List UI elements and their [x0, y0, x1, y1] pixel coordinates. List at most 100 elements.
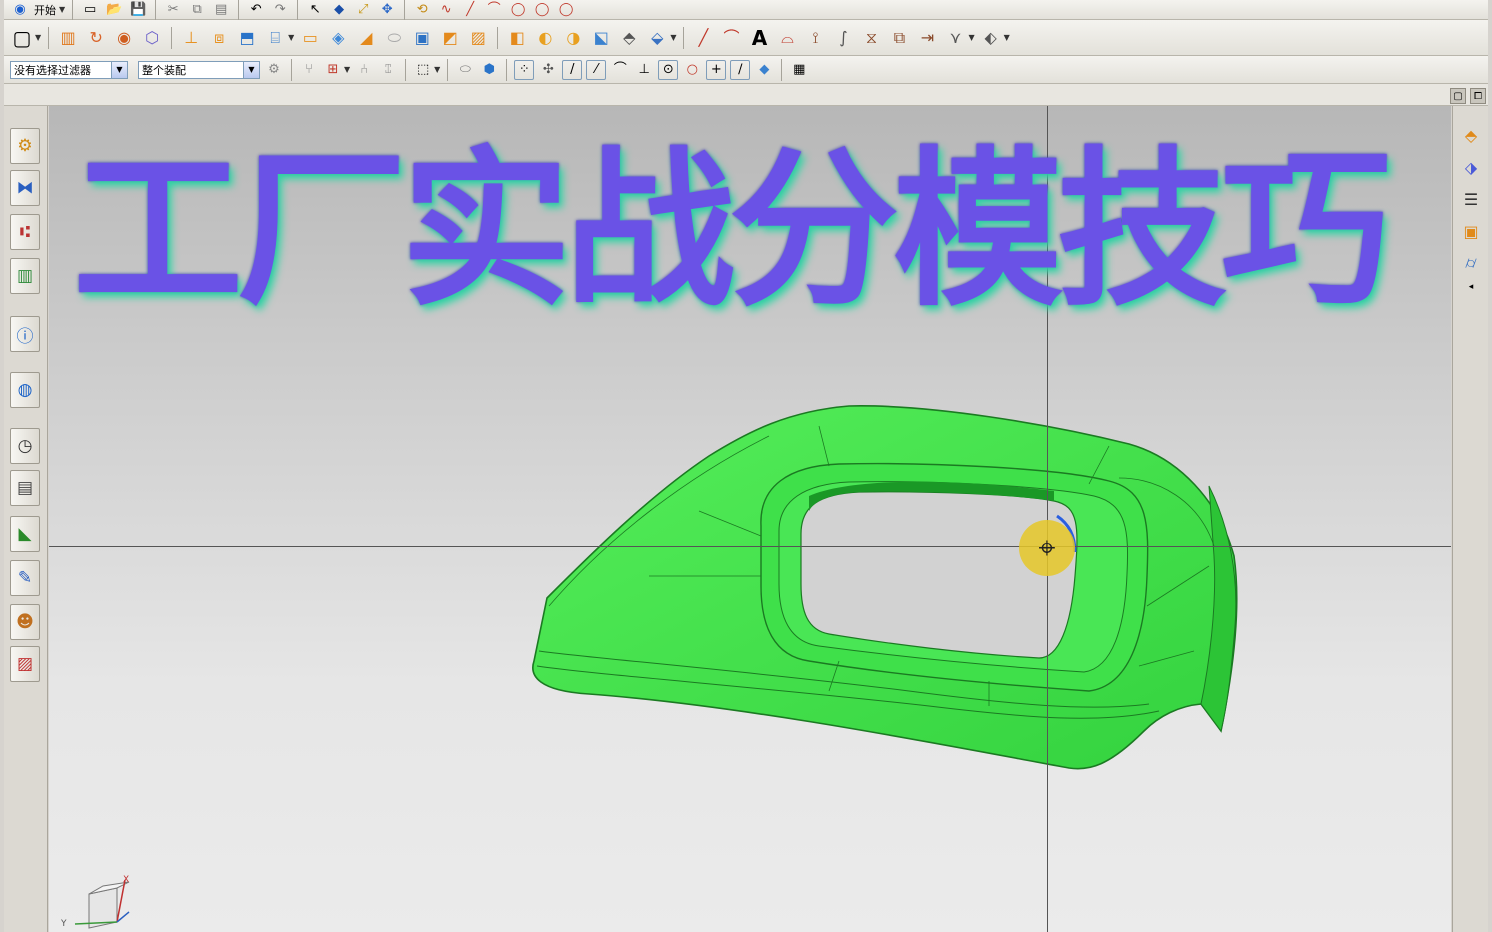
fit-view-icon[interactable]: ⤢ [353, 0, 373, 20]
face-select-icon[interactable]: ⬢ [479, 60, 499, 80]
paste-icon[interactable]: ▤ [211, 0, 231, 20]
arc-tool-icon[interactable]: ⌒ [719, 26, 743, 50]
project-curve-icon[interactable]: ⟟ [803, 26, 827, 50]
snap-arc-center-icon[interactable]: ⊙ [658, 59, 679, 80]
pan-icon[interactable]: ✥ [377, 0, 397, 20]
roles-icon[interactable]: ☻ [10, 604, 40, 640]
plane-icon[interactable]: ⋎ [943, 26, 967, 50]
tree-icon[interactable]: ☰ [1458, 186, 1484, 212]
extrude-icon[interactable]: ▥ [56, 26, 80, 50]
mold-wizard-icon[interactable]: ⬘ [1458, 122, 1484, 148]
pad-icon[interactable]: ⧈ [207, 26, 231, 50]
text-tool-icon[interactable]: A [747, 26, 771, 50]
unite-icon[interactable]: ◐ [533, 26, 557, 50]
select-features-dropdown-icon[interactable]: ▼ [344, 65, 350, 74]
grid-icon[interactable]: ▦ [789, 60, 809, 80]
restore-window-button[interactable]: ▢ [1450, 88, 1466, 104]
block-icon[interactable]: ⬒ [235, 26, 259, 50]
graphics-viewport[interactable]: 工厂实战分模技巧 ⌖ X Y [49, 106, 1451, 932]
mold-base-icon[interactable]: ▣ [1458, 218, 1484, 244]
parting-icon[interactable]: ⬗ [1458, 154, 1484, 180]
process-studio-icon[interactable]: ▤ [10, 470, 40, 506]
chamfer-icon[interactable]: ⬭ [382, 26, 406, 50]
subtract-icon[interactable]: ◑ [561, 26, 585, 50]
redo-icon[interactable]: ↷ [270, 0, 290, 20]
circle-icon[interactable]: ◯ [532, 0, 552, 20]
rotate-icon[interactable]: ⟲ [412, 0, 432, 20]
block-icon[interactable]: ⬙ [645, 26, 669, 50]
body-select-icon[interactable]: ⬭ [455, 60, 475, 80]
pocket-icon[interactable]: ⊥ [179, 26, 203, 50]
mirror-curve-icon[interactable]: ⧖ [859, 26, 883, 50]
snap-on-curve-icon[interactable]: ∕ [730, 59, 751, 80]
cone-icon[interactable]: ▭ [298, 26, 322, 50]
maximize-window-button[interactable]: ⧠ [1470, 88, 1486, 104]
trim-body-icon[interactable]: ▨ [466, 26, 490, 50]
start-menu-label[interactable]: 开始 [34, 2, 56, 18]
undo-icon[interactable]: ↶ [246, 0, 266, 20]
feature-dropdown-icon[interactable]: ▼ [670, 33, 676, 42]
web-browser-icon[interactable]: ◍ [10, 372, 40, 408]
snap-settings-icon[interactable]: ✣ [538, 60, 558, 80]
bridge-curve-icon[interactable]: ∫ [831, 26, 855, 50]
snap-point-toggle-icon[interactable]: ⁘ [514, 59, 535, 80]
analysis-icon[interactable]: ◣ [10, 516, 40, 552]
curve-dropdown-icon[interactable]: ▼ [1004, 33, 1010, 42]
line-icon[interactable]: ╱ [460, 0, 480, 20]
history-icon[interactable]: ◷ [10, 428, 40, 464]
snap-existing-point-icon[interactable]: + [706, 59, 727, 80]
curve-dropdown-icon[interactable]: ▼ [968, 33, 974, 42]
save-icon[interactable]: 💾 [128, 0, 148, 20]
select-features-icon[interactable]: ⊞ [323, 60, 343, 80]
select-icon[interactable]: ↖ [305, 0, 325, 20]
chevron-down-icon[interactable]: ▼ [243, 61, 259, 78]
sketch-icon[interactable]: ▢ [10, 26, 34, 50]
constraint-navigator-icon[interactable]: ⧓ [10, 170, 40, 206]
draft-icon[interactable]: ◩ [438, 26, 462, 50]
system-materials-icon[interactable]: ✎ [10, 560, 40, 596]
intersect-icon[interactable]: ⬕ [589, 26, 613, 50]
deselect-icon[interactable]: ⑃ [354, 60, 374, 80]
snap-intersection-icon[interactable]: ⊥ [634, 60, 654, 80]
cooling-icon[interactable]: ⌭ [1458, 250, 1484, 276]
circle-icon[interactable]: ◯ [556, 0, 576, 20]
boss-icon[interactable]: ⬡ [140, 26, 164, 50]
start-dropdown-icon[interactable]: ▼ [59, 5, 65, 14]
cylinder-icon[interactable]: ⌸ [263, 26, 287, 50]
sphere-icon[interactable]: ◈ [326, 26, 350, 50]
snap-control-point-icon[interactable]: ⌒ [610, 60, 630, 80]
wrap-icon[interactable]: ⧉ [887, 26, 911, 50]
offset-curve-icon[interactable]: ⌓ [775, 26, 799, 50]
hole-icon[interactable]: ◉ [112, 26, 136, 50]
general-selection-filter-icon[interactable]: ⚙ [264, 60, 284, 80]
arc-icon[interactable]: ⌒ [484, 0, 504, 20]
edge-blend-icon[interactable]: ◢ [354, 26, 378, 50]
line-tool-icon[interactable]: ╱ [691, 26, 715, 50]
rectangle-select-dropdown-icon[interactable]: ▼ [434, 65, 440, 74]
nx-logo-icon[interactable]: ◉ [10, 0, 30, 20]
collapse-arrow-icon[interactable]: ◂ [1458, 274, 1484, 300]
sketch-dropdown-icon[interactable]: ▼ [35, 33, 41, 42]
hd3d-tools-icon[interactable]: ⓘ [10, 316, 40, 352]
point-icon[interactable]: ⇥ [915, 26, 939, 50]
snap-on-surface-icon[interactable]: ◆ [754, 60, 774, 80]
rectangle-select-icon[interactable]: ⬚ [413, 60, 433, 80]
selection-scope-select[interactable]: 整个装配 ▼ [138, 60, 260, 79]
snap-quadrant-icon[interactable]: ○ [682, 60, 702, 80]
plane-icon[interactable]: ⬖ [979, 26, 1003, 50]
snap-icon[interactable]: ◆ [329, 0, 349, 20]
type-filter-select[interactable]: 没有选择过滤器 ▼ [10, 60, 128, 79]
assembly-navigator-icon[interactable]: ⚙ [10, 128, 40, 164]
cut-icon[interactable]: ✂ [163, 0, 183, 20]
revolve-icon[interactable]: ↻ [84, 26, 108, 50]
curve-icon[interactable]: ∿ [436, 0, 456, 20]
copy-icon[interactable]: ⧉ [187, 0, 207, 20]
open-folder-icon[interactable]: 📂 [104, 0, 124, 20]
new-file-icon[interactable]: ▭ [80, 0, 100, 20]
circle-icon[interactable]: ◯ [508, 0, 528, 20]
part-navigator-icon[interactable]: ⑆ [10, 214, 40, 250]
palette-icon[interactable]: ▨ [10, 646, 40, 682]
snap-endpoint-icon[interactable]: / [562, 59, 583, 80]
shell-icon[interactable]: ⬘ [617, 26, 641, 50]
shell-icon[interactable]: ▣ [410, 26, 434, 50]
